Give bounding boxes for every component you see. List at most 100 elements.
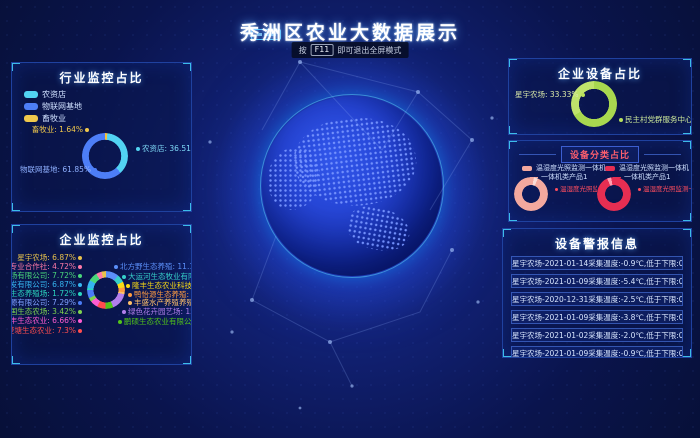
callout-dot <box>78 329 82 333</box>
panel-corner <box>683 349 691 357</box>
panel-corner <box>683 59 691 67</box>
callout-text: 温湿度光照监测一 <box>643 185 691 193</box>
legend-item[interactable]: 物联网基地 <box>24 101 82 112</box>
legend-label: 温湿度光照监测一体机 <box>536 163 606 173</box>
callout-dot <box>555 188 558 191</box>
panel-corner <box>683 213 691 221</box>
legend-label: 物联网基地 <box>42 101 82 112</box>
panel-corner <box>183 203 191 211</box>
callout-dot <box>78 319 82 323</box>
chart-callout: 农资店: 36.51% <box>134 144 192 153</box>
callout-text: 中绿源有限公司: 7.29% <box>11 298 76 307</box>
panel-corner <box>503 349 511 357</box>
chart-callout: 鹏硕生态农业有限公司: 6.87 <box>116 317 192 326</box>
alarm-row[interactable]: 星宇农场-2021-01-09采集温度:-5.4℃,低于下限:0℃ <box>511 274 683 288</box>
chart-callout: 丰盛水产养殖养殖场: 1. <box>126 298 192 307</box>
chart-callout: 润凯发有限公司: 6.87% <box>11 280 84 289</box>
callout-text: 家绿农场有限公司: 7.72% <box>11 271 76 280</box>
alarm-row[interactable]: 星宇农场-2021-01-09采集温度:-3.8℃,低于下限:0℃ <box>511 310 683 324</box>
alarm-row[interactable]: 星宇农场-2021-01-09采集温度:-0.9℃,低于下限:0℃ <box>511 346 683 358</box>
legend-item[interactable]: 农资店 <box>24 89 66 100</box>
legend-swatch <box>24 115 38 122</box>
panel-corner <box>12 225 20 233</box>
alarm-row[interactable]: 星宇农场-2021-01-14采集温度:-0.9℃,低于下限:0℃ <box>511 256 683 270</box>
panel-title: 企业监控占比 <box>12 225 191 248</box>
enterprise-device-donut-chart[interactable] <box>571 81 617 127</box>
hint-prefix: 按 <box>299 45 307 56</box>
panel-title-row: 设备分类占比 <box>509 146 691 163</box>
chart-callout: 李国生态农场: 3.42% <box>11 307 84 316</box>
callout-text: 鹏硕生态农业有限公司: 6.87 <box>124 317 192 326</box>
callout-dot <box>78 265 82 269</box>
callout-text: 温湿度光照监测一 <box>560 185 597 193</box>
chart-callout: 畜牧业: 1.64% <box>32 125 91 134</box>
globe-ring <box>260 94 444 278</box>
panel-enterprise-monitor: 企业监控占比 星宇农场: 6.87% 红顶鹅养殖专业合作社: 4.72% 家绿农… <box>11 224 192 365</box>
chart-callout: 仁丰生态农业: 6.66% <box>11 316 84 325</box>
alarm-row[interactable]: 星宇农场-2020-12-31采集温度:-2.5℃,低于下限:0℃ <box>511 292 683 306</box>
chart-callout: 星宇农场: 33.33% <box>515 90 587 99</box>
alarm-row[interactable]: 星宇农场-2021-01-02采集温度:-2.0℃,低于下限:0℃ <box>511 328 683 342</box>
chart-callout: 红菱塘生态农业: 7.3% <box>11 326 84 335</box>
panel-corner <box>509 213 517 221</box>
panel-device-category: 设备分类占比 温湿度光照监测一体机 一体机类产品1 温湿度光照监测一 温湿度光照… <box>508 140 692 222</box>
panel-title: 行业监控占比 <box>12 63 191 86</box>
panel-corner <box>12 203 20 211</box>
panel-corner <box>12 63 20 71</box>
chart-callout: 家绿农场有限公司: 7.72% <box>11 271 84 280</box>
callout-text: 隆丰生态农业科技有限公 <box>132 281 192 290</box>
callout-text: 物联网基地: 61.85% <box>20 165 91 174</box>
callout-text: 绿色花卉园艺场: 15.02% <box>128 307 192 316</box>
callout-text: 北方野生态养殖: 11.16% <box>120 262 192 271</box>
callout-text: 仁丰生态农业: 6.66% <box>11 316 76 325</box>
callout-dot <box>128 293 132 297</box>
legend-label: 一体机类产品1 <box>624 173 670 181</box>
legend-item[interactable]: 畜牧业 <box>24 113 66 124</box>
callout-dot <box>114 265 118 269</box>
chart-callout: 星宇农场: 6.87% <box>17 253 84 262</box>
dashboard: 秀洲区农业大数据展示 按 F11 即可退出全屏模式 行业监控占比 农资店 物联网… <box>0 0 700 438</box>
chart-callout: 温湿度光照监测一 <box>636 183 691 193</box>
alarm-list: 星宇农场-2021-01-14采集温度:-0.9℃,低于下限:0℃ 星宇农场-2… <box>503 256 691 358</box>
chart-callout: 北方野生态养殖: 11.16% <box>112 262 192 271</box>
callout-text: 红菱塘生态农业: 7.3% <box>11 326 76 335</box>
panel-corner <box>683 229 691 237</box>
callout-text: 润凯发有限公司: 6.87% <box>11 280 76 289</box>
callout-dot <box>128 301 132 305</box>
hint-suffix: 即可退出全屏模式 <box>337 45 401 56</box>
page-title: 秀洲区农业大数据展示 <box>0 18 700 45</box>
callout-dot <box>118 320 122 324</box>
callout-dot <box>78 310 82 314</box>
legend-item[interactable]: 温湿度光照监测一体机 <box>605 163 689 173</box>
callout-text: 丰盛水产养殖养殖场: 1. <box>134 298 192 307</box>
chart-callout: 红顶鹅养殖专业合作社: 4.72% <box>11 262 84 271</box>
device-category-right-donut-chart[interactable] <box>597 177 631 211</box>
panel-corner <box>183 63 191 71</box>
callout-dot <box>78 283 82 287</box>
legend-item[interactable]: 温湿度光照监测一体机 <box>522 163 606 173</box>
title-line <box>519 154 556 155</box>
callout-dot <box>136 147 140 151</box>
legend-label: 畜牧业 <box>42 113 66 124</box>
panel-industry-monitor: 行业监控占比 农资店 物联网基地 畜牧业 畜牧业: 1.64% 农资店: 36.… <box>11 62 192 212</box>
chart-callout: 三华生态养殖场: 1.72% <box>11 289 84 298</box>
legend-swatch <box>24 103 38 110</box>
panel-corner <box>183 356 191 364</box>
f11-keycap: F11 <box>311 44 334 56</box>
device-category-left-donut-chart[interactable] <box>514 177 548 211</box>
callout-dot <box>581 93 585 97</box>
legend-swatch <box>522 166 532 171</box>
panel-title: 企业设备占比 <box>509 59 691 82</box>
chart-callout: 隆丰生态农业科技有限公 <box>124 281 192 290</box>
callout-dot <box>122 275 126 279</box>
callout-dot <box>78 256 82 260</box>
panel-corner <box>12 356 20 364</box>
callout-text: 三华生态养殖场: 1.72% <box>11 289 76 298</box>
legend-label: 一体机类产品1 <box>541 173 587 181</box>
chart-callout: 绿色花卉园艺场: 15.02% <box>120 307 192 316</box>
title-line <box>644 154 681 155</box>
chart-callout: 物联网基地: 61.85% <box>20 165 99 174</box>
panel-enterprise-device: 企业设备占比 星宇农场: 33.33% 民主村党群服务中心: <box>508 58 692 135</box>
callout-text: 大运河生态牧业有限责任公 <box>128 272 192 281</box>
callout-text: 红顶鹅养殖专业合作社: 4.72% <box>11 262 76 271</box>
